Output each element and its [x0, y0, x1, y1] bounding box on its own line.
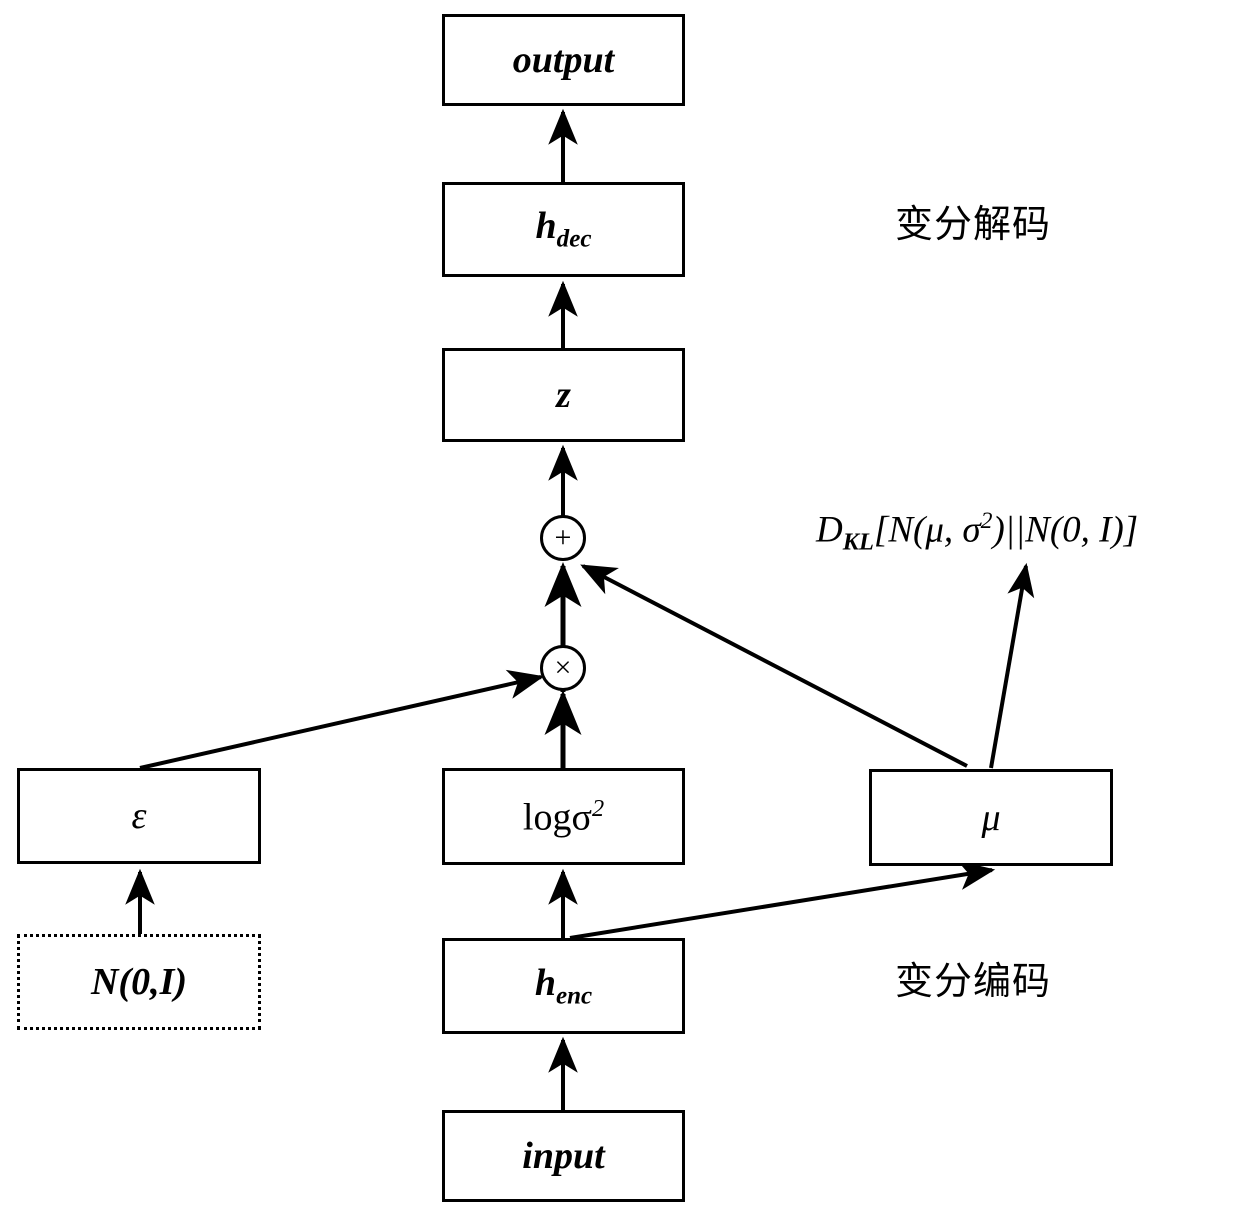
node-epsilon-label: ε: [131, 795, 147, 837]
node-log-sigma-squared-label: logσ2: [522, 794, 605, 839]
node-h-dec-label-main: h: [535, 205, 557, 248]
label-variational-encoder: 变分编码: [895, 959, 1052, 1003]
node-input[interactable]: input: [442, 1110, 685, 1202]
label-variational-decoder: 变分解码: [895, 202, 1052, 246]
node-output[interactable]: output: [442, 14, 685, 106]
node-h-enc-label-sub: enc: [555, 982, 593, 1010]
kl-sigma: σ: [962, 509, 981, 551]
node-noise-prior[interactable]: N(0,I): [17, 934, 261, 1030]
node-log-sigma-squared[interactable]: logσ2: [442, 768, 685, 865]
log-prefix: log: [522, 796, 572, 839]
diagram-canvas: output hdec z + × ε logσ2 μ N(0,I) henc …: [0, 0, 1240, 1213]
sigma-exponent: 2: [591, 794, 605, 822]
node-h-enc[interactable]: henc: [442, 938, 685, 1034]
node-epsilon[interactable]: ε: [17, 768, 261, 864]
node-output-label: output: [512, 39, 615, 81]
node-mu-label: μ: [981, 796, 1001, 839]
node-z[interactable]: z: [442, 348, 685, 442]
node-h-dec-label-sub: dec: [556, 225, 592, 253]
node-input-label: input: [522, 1135, 605, 1177]
kl-comma: ,: [943, 509, 963, 551]
kl-prefix: D: [816, 509, 843, 551]
node-h-enc-label-main: h: [534, 961, 556, 1004]
kl-mu: μ: [925, 509, 944, 551]
edge-mu-to-plus: [580, 564, 968, 768]
node-noise-prior-label: N(0,I): [90, 961, 188, 1003]
times-glyph: ×: [554, 651, 572, 684]
node-h-dec[interactable]: hdec: [442, 182, 685, 277]
kl-body-open: [N(: [873, 509, 926, 551]
label-kl-divergence: DKL[N(μ, σ2)||N(0, I)]: [816, 508, 1139, 556]
kl-body-close: )||N(0, I)]: [992, 509, 1139, 551]
node-z-label: z: [556, 374, 571, 416]
node-h-dec-label: hdec: [536, 207, 592, 252]
plus-glyph: +: [554, 521, 572, 554]
edge-henc-to-mu: [569, 860, 996, 940]
kl-sigma-exponent: 2: [980, 508, 993, 534]
edge-mu-to-kl: [989, 562, 1035, 769]
sigma-symbol: σ: [571, 796, 592, 839]
kl-subscript: KL: [842, 528, 874, 556]
operator-times[interactable]: ×: [540, 645, 586, 691]
node-mu[interactable]: μ: [869, 769, 1113, 866]
node-h-enc-label: henc: [535, 964, 592, 1009]
operator-plus[interactable]: +: [540, 515, 586, 561]
edge-epsilon-to-times: [139, 669, 545, 770]
